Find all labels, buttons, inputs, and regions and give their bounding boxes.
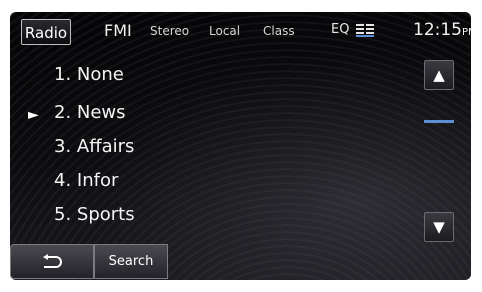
preset-item-selected[interactable]: 2. News — [54, 102, 126, 123]
preset-item[interactable]: 1. None — [54, 64, 124, 85]
preset-item[interactable]: 4. Infor — [54, 170, 118, 191]
triangle-up-icon: ▲ — [433, 66, 445, 84]
back-button[interactable] — [10, 244, 94, 279]
source-tab-radio[interactable]: Radio — [21, 19, 71, 45]
preset-item[interactable]: 5. Sports — [54, 204, 135, 225]
bottom-bar: Search — [10, 244, 180, 280]
scroll-up-button[interactable]: ▲ — [424, 60, 454, 90]
device-bezel: Radio FMI Stereo Local Class EQ 12:15PM — [0, 0, 482, 292]
local-button[interactable]: Local — [209, 24, 240, 38]
back-arrow-icon — [43, 254, 62, 268]
top-bar: Radio FMI Stereo Local Class EQ 12:15PM — [10, 12, 471, 54]
class-button[interactable]: Class — [263, 24, 295, 38]
clock: 12:15PM — [413, 20, 471, 40]
triangle-down-icon: ▼ — [433, 218, 445, 236]
clock-ampm: PM — [462, 27, 471, 38]
scroll-down-button[interactable]: ▼ — [424, 212, 454, 242]
stereo-button[interactable]: Stereo — [150, 24, 189, 38]
radio-screen: Radio FMI Stereo Local Class EQ 12:15PM — [10, 12, 471, 280]
clock-time: 12:15 — [413, 20, 462, 40]
equalizer-icon — [355, 23, 374, 37]
search-button[interactable]: Search — [94, 244, 168, 279]
preset-item[interactable]: 3. Affairs — [54, 136, 134, 157]
band-button[interactable]: FMI — [104, 21, 132, 40]
eq-button[interactable]: EQ — [331, 22, 376, 37]
scroll-position-indicator — [424, 120, 454, 123]
eq-label: EQ — [331, 22, 350, 37]
selected-arrow-icon: ► — [28, 107, 39, 123]
